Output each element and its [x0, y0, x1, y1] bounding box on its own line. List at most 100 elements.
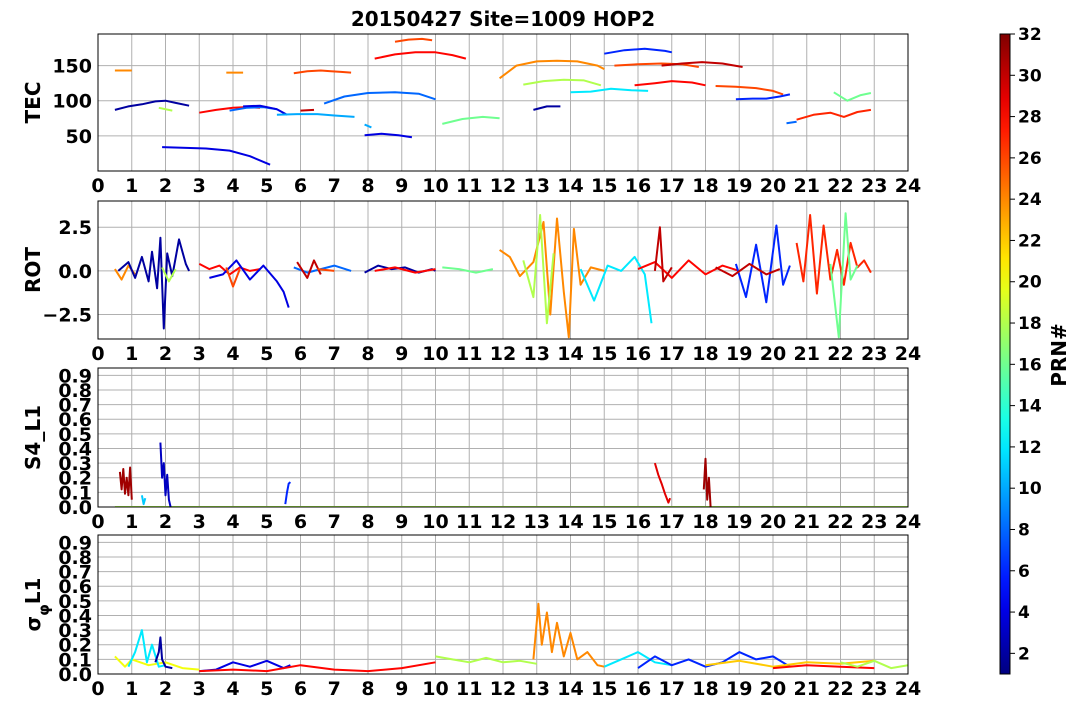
colorbar-tick-label: 22: [1018, 231, 1042, 251]
x-tick-label: 10: [422, 175, 448, 197]
x-tick-label: 23: [861, 175, 887, 197]
y-tick-label: 0.9: [58, 365, 92, 387]
colorbar-tick-label: 8: [1018, 520, 1030, 540]
x-tick-label: 20: [760, 511, 786, 533]
x-tick-label: 8: [361, 678, 374, 700]
x-tick-label: 18: [692, 175, 718, 197]
series-line-prn-18: [435, 655, 537, 665]
x-tick-label: 21: [794, 175, 820, 197]
series-line-prn-30: [300, 108, 315, 112]
x-tick-label: 24: [895, 175, 921, 197]
series-group: [114, 442, 908, 507]
x-tick-label: 19: [726, 343, 752, 365]
y-axis-label: ROT: [21, 247, 45, 293]
x-tick-label: 16: [625, 343, 651, 365]
x-tick-label: 7: [328, 511, 341, 533]
series-line-prn-30: [653, 226, 673, 283]
colorbar-tick-label: 32: [1018, 25, 1042, 45]
y-tick-label: −2.5: [42, 305, 92, 327]
x-tick-label: 19: [726, 678, 752, 700]
x-tick-label: 10: [422, 678, 448, 700]
x-tick-label: 8: [361, 343, 374, 365]
x-tick-label: 13: [524, 678, 550, 700]
x-tick-label: 3: [193, 175, 206, 197]
x-tick-label: 6: [294, 343, 307, 365]
series-line-prn-11: [140, 495, 147, 506]
x-tick-label: 19: [726, 511, 752, 533]
x-tick-label: 6: [294, 678, 307, 700]
x-tick-label: 12: [490, 343, 516, 365]
x-tick-label: 12: [490, 175, 516, 197]
x-tick-label: 6: [294, 511, 307, 533]
chart-title: 20150427 Site=1009 HOP2: [351, 7, 655, 31]
y-tick-label: 100: [52, 91, 92, 113]
colorbar-tick-label: 16: [1018, 355, 1042, 375]
colorbar-tick-label: 10: [1018, 479, 1042, 499]
x-tick-label: 20: [760, 343, 786, 365]
series-line-prn-16: [833, 91, 872, 102]
colorbar-tick-label: 26: [1018, 149, 1042, 169]
x-tick-label: 4: [226, 175, 239, 197]
series-group: [114, 37, 872, 166]
x-tick-label: 22: [827, 511, 853, 533]
x-tick-label: 11: [456, 678, 482, 700]
x-tick-label: 2: [159, 678, 172, 700]
x-tick-label: 8: [361, 175, 374, 197]
series-line-prn-31: [118, 466, 133, 500]
x-tick-label: 21: [794, 343, 820, 365]
series-group: [114, 602, 908, 673]
x-tick-label: 1: [125, 343, 138, 365]
x-tick-label: 13: [524, 175, 550, 197]
x-tick-label: 14: [557, 511, 583, 533]
x-tick-label: 17: [659, 511, 685, 533]
series-line-prn-4: [162, 146, 271, 166]
x-tick-label: 20: [760, 678, 786, 700]
x-tick-label: 19: [726, 175, 752, 197]
x-tick-label: 4: [226, 511, 239, 533]
series-line-prn-28: [637, 259, 740, 279]
series-line-prn-6: [734, 224, 791, 304]
colorbar-tick-label: 18: [1018, 314, 1042, 334]
series-line-prn-18: [523, 78, 602, 87]
x-tick-label: 18: [692, 343, 718, 365]
series-line-prn-18: [158, 106, 173, 112]
series-line-prn-2: [533, 105, 561, 111]
x-tick-label: 14: [557, 678, 583, 700]
panel-4: 0 1 2 3 4 5 6 7 8 9 10 11 12 13 14 15 16 17 18 19 20 21 22 23 24…: [21, 532, 921, 700]
x-tick-label: 11: [456, 175, 482, 197]
series-line-prn-24: [532, 602, 605, 668]
x-tick-label: 18: [692, 511, 718, 533]
x-tick-label: 1: [125, 678, 138, 700]
series-line-prn-29: [653, 462, 672, 504]
series-line-prn-8: [786, 120, 797, 125]
x-tick-label: 23: [861, 511, 887, 533]
x-tick-label: 4: [226, 678, 239, 700]
panel-2: 0 1 2 3 4 5 6 7 8 9 10 11 12 13 14 15 16 17 18 19 20 21 22 23 24…: [21, 200, 921, 365]
x-tick-label: 16: [625, 678, 651, 700]
colorbar-tick-label: 4: [1018, 603, 1030, 623]
x-tick-label: 11: [456, 511, 482, 533]
y-tick-label: 0.9: [58, 532, 92, 554]
x-tick-label: 24: [895, 678, 921, 700]
x-tick-label: 9: [395, 343, 408, 365]
x-tick-label: 24: [895, 343, 921, 365]
colorbar-label: PRN#: [1047, 323, 1071, 387]
x-tick-label: 11: [456, 343, 482, 365]
x-tick-label: 22: [827, 343, 853, 365]
colorbar-tick-label: 24: [1018, 190, 1042, 210]
x-tick-label: 7: [328, 175, 341, 197]
x-tick-label: 5: [260, 511, 273, 533]
series-line-prn-6: [735, 93, 791, 101]
series-line-prn-26: [293, 69, 352, 75]
colorbar-tick-label: 6: [1018, 562, 1030, 582]
panels: 0 1 2 3 4 5 6 7 8 9 10 11 12 13 14 15 16 17 18 19 20 21 22 23 24…: [21, 33, 921, 700]
x-tick-label: 2: [159, 511, 172, 533]
figure: 20150427 Site=1009 HOP2 0 1 2 3 4 5 6 7 8 9 10 11 12…: [21, 7, 1071, 700]
x-tick-label: 17: [659, 175, 685, 197]
x-tick-label: 13: [524, 511, 550, 533]
x-tick-label: 4: [226, 343, 239, 365]
x-tick-label: 21: [794, 511, 820, 533]
x-tick-label: 3: [193, 511, 206, 533]
x-tick-label: 0: [91, 678, 104, 700]
x-tick-label: 1: [125, 511, 138, 533]
